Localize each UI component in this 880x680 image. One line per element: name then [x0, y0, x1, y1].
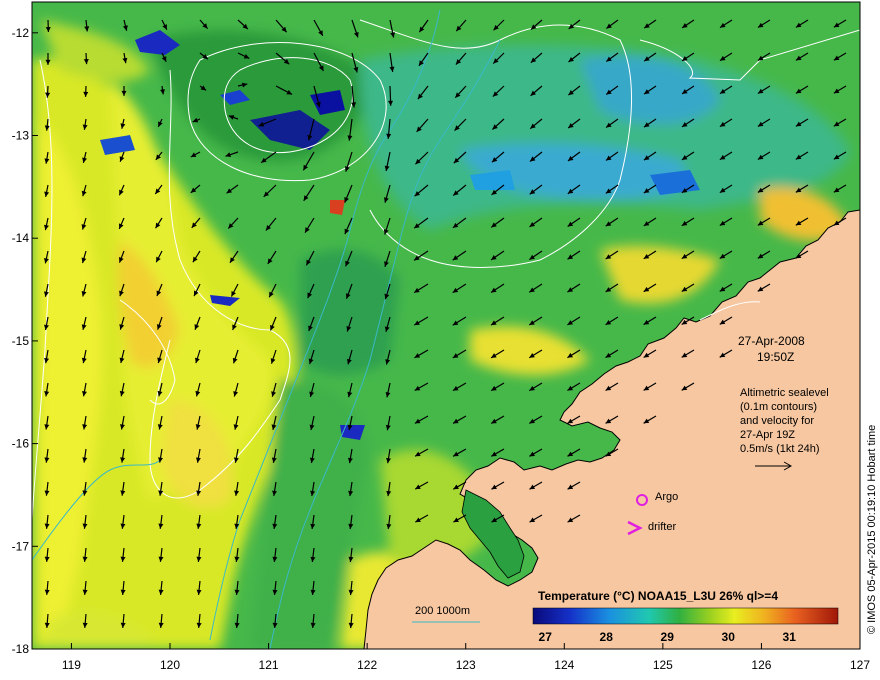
lat-tick-label: -16 — [12, 437, 30, 451]
lon-tick-label: 127 — [850, 658, 870, 672]
lat-tick-label: -17 — [12, 539, 30, 553]
colorbar-tick-label: 30 — [722, 630, 736, 644]
lon-tick-label: 126 — [751, 658, 771, 672]
lon-tick-label: 122 — [357, 658, 377, 672]
lon-tick-label: 124 — [554, 658, 574, 672]
drifter-label: drifter — [648, 521, 676, 533]
desc-line-4: 27-Apr 19Z — [740, 429, 795, 441]
lat-tick-label: -12 — [12, 26, 30, 40]
lon-tick-label: 119 — [62, 658, 81, 672]
lat-tick-label: -15 — [12, 334, 30, 348]
colorbar — [532, 607, 839, 625]
lat-tick-label: -13 — [12, 129, 30, 143]
desc-line-2: (0.1m contours) — [740, 401, 817, 413]
credit-text: © IMOS 05-Apr-2015 00:19:10 Hobart time — [866, 425, 878, 634]
desc-line-5: 0.5m/s (1kt 24h) — [740, 443, 819, 455]
lat-tick-label: -18 — [12, 642, 30, 656]
sst-map-figure: Argo drifter 27-Apr-2008 19:50Z Altimetr… — [12, 1, 878, 672]
colorbar-tick-label: 27 — [539, 630, 553, 644]
lon-tick-label: 120 — [160, 658, 180, 672]
lon-tick-label: 125 — [653, 658, 673, 672]
desc-line-3: and velocity for — [740, 415, 814, 427]
colorbar-tick-label: 28 — [600, 630, 614, 644]
colorbar-tick-label: 29 — [661, 630, 675, 644]
colorbar-tick-label: 31 — [783, 630, 797, 644]
lat-tick-label: -14 — [12, 231, 30, 245]
argo-label: Argo — [655, 491, 678, 503]
desc-line-1: Altimetric sealevel — [740, 387, 829, 399]
time-label: 19:50Z — [757, 350, 794, 364]
date-label: 27-Apr-2008 — [738, 334, 805, 348]
lon-tick-label: 121 — [259, 658, 279, 672]
map-panel: Argo drifter 27-Apr-2008 19:50Z Altimetr… — [32, 2, 860, 649]
colorbar-title: Temperature (°C) NOAA15_L3U 26% ql>=4 — [538, 589, 778, 603]
lon-tick-label: 123 — [456, 658, 476, 672]
bathy-legend-label: 200 1000m — [415, 605, 470, 617]
